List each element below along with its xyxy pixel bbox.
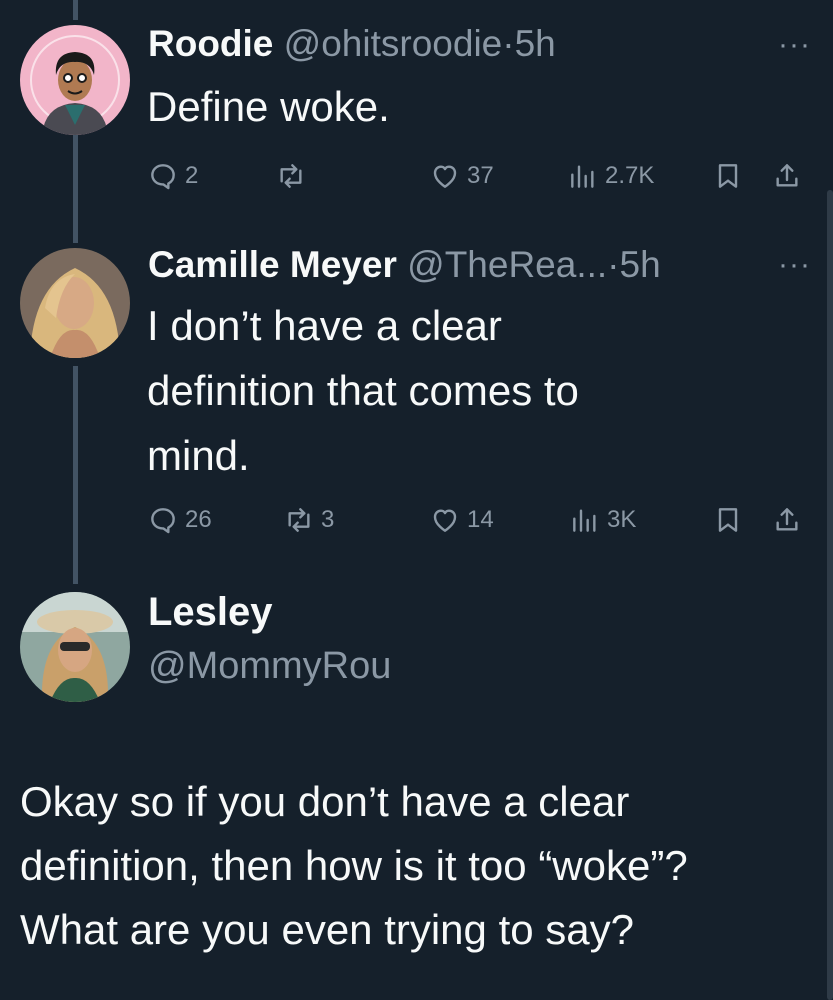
- more-options-icon[interactable]: ···: [778, 28, 811, 62]
- thread-line-top: [73, 0, 78, 20]
- more-options-icon[interactable]: ···: [778, 248, 811, 282]
- reply-text: Okay so if you don’t have a clear defini…: [20, 770, 820, 962]
- heart-icon: [433, 509, 457, 532]
- share-icon: [776, 508, 798, 531]
- reply-author-name[interactable]: Lesley: [148, 590, 273, 635]
- reply-author-handle[interactable]: @MommyRou: [148, 645, 391, 688]
- tweet-text-line: definition that comes to: [147, 367, 579, 414]
- views-button[interactable]: 2.7K: [567, 156, 654, 196]
- share-button[interactable]: [771, 500, 803, 540]
- views-button[interactable]: 3K: [569, 500, 636, 540]
- author-handle[interactable]: @ohitsroodie: [284, 23, 503, 64]
- scrollbar[interactable]: [827, 190, 833, 1000]
- photo-avatar-image: [20, 248, 130, 358]
- reply-text-line: definition, then how is it too “woke”?: [20, 842, 688, 889]
- avatar-lesley[interactable]: [20, 592, 130, 702]
- reply-count: 2: [185, 162, 199, 189]
- tweet-header: Camille Meyer @TheRea...·5h: [148, 243, 661, 287]
- tweet-text-line: mind.: [147, 432, 250, 479]
- author-name[interactable]: Roodie: [148, 23, 273, 64]
- cartoon-avatar-image: [20, 25, 130, 135]
- tweet-actions: 26 3 14 3K: [147, 500, 807, 540]
- avatar-roodie[interactable]: [20, 25, 130, 135]
- like-count: 14: [467, 506, 494, 533]
- like-count: 37: [467, 162, 494, 189]
- tweet-text: I don’t have a clear definition that com…: [147, 293, 579, 488]
- tweet-header: Roodie @ohitsroodie·5h: [148, 22, 556, 66]
- tweet-actions: 2 37 2.7K: [147, 156, 807, 196]
- separator-dot: ·: [502, 23, 515, 64]
- like-button[interactable]: 37: [429, 156, 494, 196]
- views-chart-icon: [573, 509, 596, 532]
- tweet-text-line: Define woke.: [147, 83, 390, 130]
- reply-text-line: What are you even trying to say?: [20, 906, 634, 953]
- photo-avatar-image: [20, 592, 130, 702]
- thread-line-1: [73, 135, 78, 243]
- tweet-text: Define woke.: [147, 74, 390, 139]
- author-handle[interactable]: @TheRea...: [407, 244, 607, 285]
- bookmark-button[interactable]: [712, 156, 744, 196]
- separator-dot: ·: [607, 244, 620, 285]
- reply-button[interactable]: 26: [147, 500, 212, 540]
- reply-icon: [151, 508, 175, 534]
- views-count: 3K: [607, 506, 637, 533]
- bookmark-button[interactable]: [712, 500, 744, 540]
- heart-icon: [433, 165, 457, 188]
- bookmark-icon: [718, 508, 738, 532]
- share-button[interactable]: [771, 156, 803, 196]
- retweet-icon: [280, 164, 302, 188]
- bookmark-icon: [718, 164, 738, 188]
- avatar-camille-meyer[interactable]: [20, 248, 130, 358]
- author-name[interactable]: Camille Meyer: [148, 244, 397, 285]
- views-count: 2.7K: [605, 162, 655, 189]
- timestamp[interactable]: 5h: [620, 244, 661, 285]
- reply-button[interactable]: 2: [147, 156, 198, 196]
- share-icon: [776, 164, 798, 187]
- timestamp[interactable]: 5h: [515, 23, 556, 64]
- tweet-text-line: I don’t have a clear: [147, 302, 502, 349]
- retweet-icon: [288, 508, 310, 532]
- retweet-button[interactable]: [275, 156, 313, 196]
- views-chart-icon: [571, 165, 594, 188]
- reply-text-line: Okay so if you don’t have a clear: [20, 778, 630, 825]
- retweet-button[interactable]: 3: [283, 500, 334, 540]
- reply-count: 26: [185, 506, 212, 533]
- retweet-count: 3: [321, 506, 335, 533]
- like-button[interactable]: 14: [429, 500, 494, 540]
- thread-line-2: [73, 366, 78, 584]
- reply-icon: [151, 164, 175, 190]
